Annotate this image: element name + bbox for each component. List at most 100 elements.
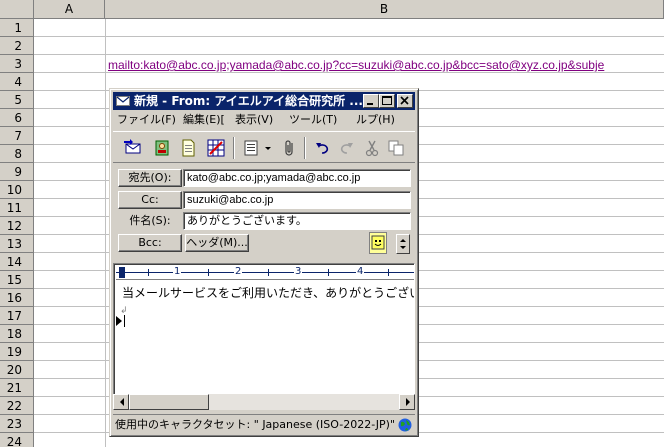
- column-header-b[interactable]: B: [105, 0, 664, 19]
- column-header-a[interactable]: A: [34, 0, 105, 19]
- priority-button[interactable]: [369, 232, 387, 254]
- row-header[interactable]: 16: [0, 289, 34, 307]
- title-bar[interactable]: 新規 - From: アイエルアイ総合研究所 ...: [113, 92, 415, 110]
- menu-edit[interactable]: 編集(E)[: [183, 111, 225, 129]
- message-body[interactable]: 1 2 3 4 当メールサービスをご利用いただき、ありがとうございます。 ↲: [113, 263, 415, 408]
- format-button[interactable]: [241, 137, 263, 159]
- mail-app-icon: [116, 96, 130, 106]
- cc-field[interactable]: suzuki@abc.co.jp: [183, 191, 411, 209]
- address-book-icon: [155, 140, 169, 156]
- row-header[interactable]: 18: [0, 325, 34, 343]
- toolbar: [113, 131, 415, 163]
- cut-button[interactable]: [361, 137, 383, 159]
- paperclip-icon: [285, 140, 293, 156]
- row-header[interactable]: 1: [0, 19, 34, 37]
- send-button[interactable]: [122, 137, 144, 159]
- row-gridline: [34, 36, 664, 37]
- maximize-icon: [382, 96, 392, 105]
- ruler-tick: [268, 269, 269, 276]
- row-header[interactable]: 23: [0, 415, 34, 433]
- ruler-number: 4: [356, 266, 365, 278]
- row-header[interactable]: 5: [0, 91, 34, 109]
- attach-document-button[interactable]: [177, 137, 199, 159]
- row-header[interactable]: 6: [0, 109, 34, 127]
- scroll-thumb[interactable]: [129, 394, 209, 410]
- subject-field[interactable]: ありがとうございます。: [183, 212, 411, 230]
- send-icon: [124, 139, 141, 154]
- ruler-number: 1: [173, 266, 182, 278]
- maximize-button[interactable]: [379, 94, 395, 108]
- row-header[interactable]: 19: [0, 343, 34, 361]
- ruler-tick: [328, 269, 329, 276]
- window-title: 新規 - From: アイエルアイ総合研究所 ...: [134, 94, 363, 108]
- row-header[interactable]: 15: [0, 271, 34, 289]
- ruler-line: [116, 272, 414, 273]
- undo-icon: [316, 143, 329, 154]
- menu-view[interactable]: 表示(V): [235, 111, 273, 129]
- header-options-button[interactable]: ヘッダ(M)...: [185, 234, 249, 252]
- to-button[interactable]: 宛先(O):: [118, 169, 182, 187]
- scroll-left-button[interactable]: [113, 394, 129, 410]
- menu-help[interactable]: ルプ(H): [356, 111, 395, 129]
- smiley-icon: [371, 235, 385, 250]
- bcc-button[interactable]: Bcc:: [118, 234, 182, 252]
- row-header[interactable]: 21: [0, 379, 34, 397]
- up-down-arrows-icon: [400, 239, 406, 249]
- undo-button[interactable]: [312, 137, 334, 159]
- body-text: 当メールサービスをご利用いただき、ありがとうございます。: [122, 286, 414, 300]
- row-header[interactable]: 3: [0, 55, 34, 73]
- table-icon: [207, 139, 225, 157]
- ruler: 1 2 3 4: [116, 266, 414, 280]
- ruler-number: 3: [294, 266, 303, 278]
- toolbar-separator: [233, 137, 235, 159]
- attach-file-button[interactable]: [279, 137, 301, 159]
- to-field[interactable]: kato@abc.co.jp;yamada@abc.co.jp: [183, 169, 411, 187]
- row-header[interactable]: 22: [0, 397, 34, 415]
- ruler-tick: [208, 269, 209, 276]
- priority-spinner[interactable]: [396, 234, 410, 254]
- minimize-button[interactable]: [363, 94, 379, 108]
- row-header[interactable]: 9: [0, 163, 34, 181]
- redo-button[interactable]: [335, 137, 357, 159]
- row-header[interactable]: 20: [0, 361, 34, 379]
- close-button[interactable]: [397, 94, 413, 108]
- horizontal-scrollbar[interactable]: [113, 394, 415, 410]
- subject-label: 件名(S):: [129, 214, 171, 227]
- indent-marker[interactable]: [119, 267, 125, 278]
- menu-tools[interactable]: ツール(T): [287, 111, 340, 129]
- cc-button[interactable]: Cc:: [118, 191, 182, 209]
- row-header[interactable]: 12: [0, 217, 34, 235]
- row-header[interactable]: 2: [0, 37, 34, 55]
- text-cursor: [124, 315, 125, 327]
- charset-status: 使用中のキャラクタセット: " Japanese (ISO-2022-JP)": [115, 418, 396, 431]
- row-header[interactable]: 24: [0, 433, 34, 447]
- chevron-down-icon: [265, 147, 271, 150]
- cell-b3-hyperlink[interactable]: mailto:kato@abc.co.jp;yamada@abc.co.jp?c…: [108, 57, 664, 75]
- row-header[interactable]: 10: [0, 181, 34, 199]
- copy-button[interactable]: [385, 137, 407, 159]
- row-header[interactable]: 7: [0, 127, 34, 145]
- format-icon: [244, 140, 258, 156]
- scroll-right-button[interactable]: [399, 394, 415, 410]
- row-header[interactable]: 11: [0, 199, 34, 217]
- row-header[interactable]: 4: [0, 73, 34, 91]
- ruler-tick: [388, 269, 389, 276]
- row-header[interactable]: 17: [0, 307, 34, 325]
- close-icon: [400, 96, 409, 105]
- menu-file[interactable]: ファイル(F): [117, 111, 176, 129]
- copy-icon: [388, 140, 404, 156]
- globe-icon: [398, 418, 412, 432]
- row-header[interactable]: 8: [0, 145, 34, 163]
- ruler-tick: [148, 269, 149, 276]
- row-header[interactable]: 14: [0, 253, 34, 271]
- redo-icon: [340, 143, 353, 154]
- row-header[interactable]: 13: [0, 235, 34, 253]
- compose-window: 新規 - From: アイエルアイ総合研究所 ... ファイル(F) 編集(E)…: [109, 88, 419, 437]
- arrow-right-icon: [406, 398, 410, 406]
- insert-table-button[interactable]: [205, 137, 227, 159]
- select-all-corner[interactable]: [0, 0, 34, 19]
- address-book-button[interactable]: [151, 137, 173, 159]
- format-dropdown[interactable]: [262, 137, 274, 159]
- ruler-number: 2: [234, 266, 243, 278]
- line-marker-icon: [116, 316, 122, 326]
